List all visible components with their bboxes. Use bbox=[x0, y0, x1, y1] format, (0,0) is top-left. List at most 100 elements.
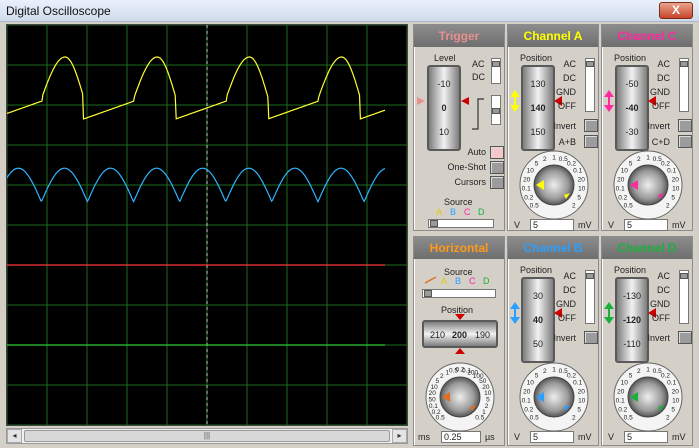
channel-c-coupling-dc: DC bbox=[657, 73, 670, 83]
channel-d-coupling-gnd: GND bbox=[650, 299, 670, 309]
channel-c-volts-knob[interactable]: 0.5 0.2 0.1 20 10 5 2 1 0.5 0.2 0.1 20 10 5 2 bbox=[604, 143, 692, 220]
channel-b-scale-label: 0.5 bbox=[530, 414, 539, 421]
channel-d-dial[interactable]: 0.50.20.1201052 1 0.50.20.1201052 bbox=[604, 355, 692, 432]
trigger-edge-knob[interactable] bbox=[492, 108, 500, 114]
channel-c-coupling-ac: AC bbox=[657, 59, 670, 69]
channel-a-position-label: Position bbox=[520, 53, 553, 63]
timebase-scale-label: 50 bbox=[428, 397, 436, 404]
channel-a-scale-label: 10 bbox=[527, 168, 535, 175]
channel-c-scale-label: 10 bbox=[621, 168, 629, 175]
trigger-coupling-slider[interactable] bbox=[491, 58, 501, 84]
channel-a-scale-label: 5 bbox=[535, 161, 539, 168]
horizontal-source-c: C bbox=[469, 276, 476, 286]
channel-c-scale-label: 0.2 bbox=[661, 161, 670, 168]
channel-d-coupling-dc: DC bbox=[657, 285, 670, 295]
channel-c-coupling-knob[interactable] bbox=[680, 61, 688, 67]
trigger-coupling-ac: AC bbox=[472, 59, 485, 69]
scroll-right-button[interactable]: ▸ bbox=[392, 429, 407, 443]
channel-a-coupling-off: OFF bbox=[558, 101, 576, 111]
channel-c-invert-label: Invert bbox=[647, 121, 670, 131]
channel-b-dial[interactable]: 0.50.20.1201052 1 0.50.20.1201052 bbox=[510, 355, 598, 432]
trigger-cursors-button[interactable] bbox=[490, 176, 504, 189]
channel-c-tick-top: -50 bbox=[625, 79, 639, 89]
channel-a-coupling-ac: AC bbox=[563, 59, 576, 69]
channel-c-scale-label: 2 bbox=[666, 202, 670, 209]
channel-b-scale-label: 0.1 bbox=[522, 398, 531, 405]
timebase-knob[interactable]: 0.5 0.2 0.1 50 20 10 5 2 1 0.5 0.2 0.1 200 100 50 20 10 5… bbox=[416, 355, 504, 432]
channel-d-volts-knob[interactable]: 0.5 0.2 0.1 20 10 5 2 1 0.5 0.2 0.1 20 10 5 2 bbox=[604, 355, 692, 432]
trigger-source-slider[interactable] bbox=[428, 219, 494, 228]
channel-c-scale-label: 0.5 bbox=[624, 202, 633, 209]
channel-c-position-label: Position bbox=[614, 53, 647, 63]
trigger-source-knob[interactable] bbox=[430, 220, 438, 227]
channel-d-invert-button[interactable] bbox=[678, 331, 692, 344]
trigger-coupling-dc: DC bbox=[472, 72, 485, 82]
channel-c-scale-label: 10 bbox=[672, 186, 680, 193]
channel-a-tick-top: 130 bbox=[530, 79, 546, 89]
channel-b-volts-knob[interactable]: 0.5 0.2 0.1 20 10 5 2 1 0.5 0.2 0.1 20 10 5 2 bbox=[510, 355, 598, 432]
timebase-unit-left: ms bbox=[418, 432, 430, 442]
channel-c-scale-label: 20 bbox=[672, 176, 680, 183]
channel-d-scale-label: 0.1 bbox=[616, 398, 625, 405]
trigger-level-right-pointer bbox=[461, 97, 469, 105]
scroll-left-button[interactable]: ◂ bbox=[7, 429, 22, 443]
channel-d-scale-label: 5 bbox=[671, 407, 675, 414]
channel-d-unit-left: V bbox=[608, 432, 615, 442]
channel-a-value-field[interactable]: 5 bbox=[530, 219, 574, 231]
horizontal-position-bottom-pointer bbox=[455, 348, 465, 354]
channel-b-coupling-gnd: GND bbox=[556, 299, 576, 309]
channel-a-scale-label: 0.2 bbox=[567, 161, 576, 168]
timebase-scale-label: 2 bbox=[440, 373, 444, 380]
channel-c-value-field[interactable]: 5 bbox=[624, 219, 668, 231]
scope-display bbox=[6, 24, 408, 426]
channel-a-dial[interactable]: 0.50.20.1201052 1 0.50.20.1201052 bbox=[510, 143, 598, 220]
close-button[interactable]: X bbox=[659, 2, 693, 19]
channel-a-coupling-knob[interactable] bbox=[586, 61, 594, 67]
channel-c-dial[interactable]: 0.50.20.1201052 1 0.50.20.1201052 bbox=[604, 143, 692, 220]
horizontal-source-arrow-icon bbox=[424, 276, 437, 284]
channel-c-unit-left: V bbox=[608, 220, 615, 230]
horizontal-title: Horizontal bbox=[414, 237, 504, 259]
trigger-edge-slider[interactable] bbox=[491, 95, 501, 125]
channel-d-scale-label: 20 bbox=[617, 388, 625, 395]
channel-b-value-field[interactable]: 5 bbox=[530, 431, 574, 443]
timebase-unit-right: µs bbox=[485, 432, 495, 442]
channel-a-scale-label: 0.2 bbox=[524, 195, 533, 202]
channel-a-title: Channel A bbox=[508, 25, 598, 47]
channel-b-coupling-knob[interactable] bbox=[586, 273, 594, 279]
timebase-dial[interactable]: 0.50.20.1502010521 0.50.20.12001005020105… bbox=[416, 355, 504, 432]
channel-a-coupling-dc: DC bbox=[563, 73, 576, 83]
trigger-oneshot-button[interactable] bbox=[490, 161, 504, 174]
trigger-mode-oneshot: One-Shot bbox=[447, 162, 486, 172]
channel-c-scale-label: 2 bbox=[637, 156, 641, 163]
channel-d-coupling-off: OFF bbox=[652, 313, 670, 323]
timebase-value-field[interactable]: 0.25 bbox=[441, 431, 481, 443]
channel-a-invert-button[interactable] bbox=[584, 119, 598, 132]
scroll-thumb[interactable]: ||| bbox=[24, 430, 390, 442]
timebase-scale-label: 5 bbox=[435, 378, 439, 385]
channel-c-scale-label: 0.2 bbox=[618, 195, 627, 202]
horizontal-source-b: B bbox=[455, 276, 462, 286]
channel-c-coupling-slider[interactable] bbox=[679, 58, 689, 112]
channel-d-coupling-knob[interactable] bbox=[680, 273, 688, 279]
channel-b-scale-label: 10 bbox=[527, 380, 535, 387]
horizontal-position-drum[interactable]: 210 200 190 bbox=[422, 320, 498, 348]
channel-c-invert-button[interactable] bbox=[678, 119, 692, 132]
horizontal-scrollbar[interactable]: ◂ ||| ▸ bbox=[6, 428, 408, 444]
channel-d-value-field[interactable]: 5 bbox=[624, 431, 668, 443]
channel-b-coupling-slider[interactable] bbox=[585, 270, 595, 324]
channel-b-invert-button[interactable] bbox=[584, 331, 598, 344]
channel-b-scale-label: 2 bbox=[572, 414, 576, 421]
horizontal-source-slider[interactable] bbox=[422, 289, 496, 298]
channel-a-scale-label: 20 bbox=[578, 176, 586, 183]
trigger-coupling-knob[interactable] bbox=[492, 61, 500, 67]
horizontal-position-tick-right: 190 bbox=[475, 330, 491, 340]
trigger-level-drum[interactable]: -10 0 10 bbox=[427, 65, 461, 151]
channel-a-coupling-slider[interactable] bbox=[585, 58, 595, 112]
channel-d-scale-label: 20 bbox=[672, 388, 680, 395]
trigger-auto-button[interactable] bbox=[490, 146, 504, 159]
channel-a-volts-knob[interactable]: 0.5 0.2 0.1 20 10 5 2 1 0.5 0.2 0.1 20 10 5 2 bbox=[510, 143, 598, 220]
horizontal-source-knob[interactable] bbox=[424, 290, 432, 297]
trigger-mode-cursors: Cursors bbox=[454, 177, 486, 187]
channel-d-coupling-slider[interactable] bbox=[679, 270, 689, 324]
